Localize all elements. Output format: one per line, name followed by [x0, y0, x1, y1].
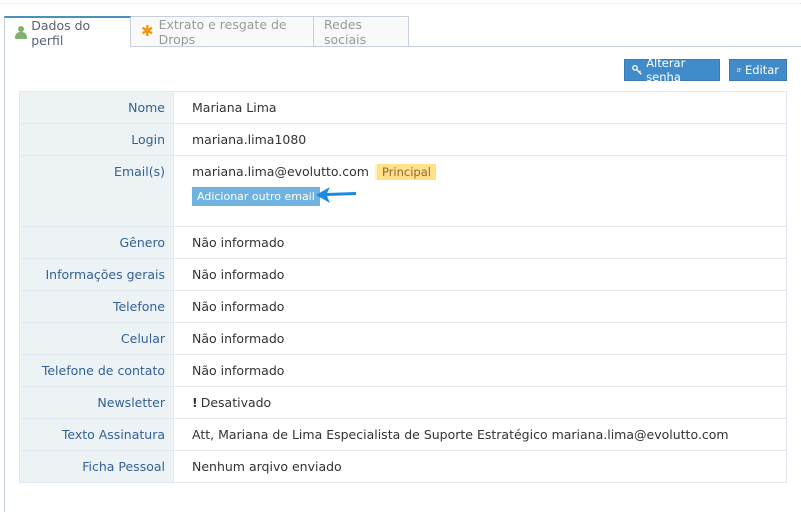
email-address: mariana.lima@evolutto.com — [192, 164, 369, 179]
profile-info-table: Nome Mariana Lima Login mariana.lima1080… — [19, 91, 787, 483]
table-row: Informações gerais Não informado — [19, 258, 787, 291]
table-row: Login mariana.lima1080 — [19, 123, 787, 156]
tab-label: Dados do perfil — [31, 17, 91, 48]
field-label: Telefone — [19, 290, 174, 323]
arrow-left-icon — [316, 187, 356, 203]
add-email-button[interactable]: Adicionar outro email — [192, 187, 320, 206]
field-label: Texto Assinatura — [19, 418, 174, 451]
field-value-nome: Mariana Lima — [173, 91, 787, 124]
field-label: Nome — [19, 91, 174, 124]
user-icon — [15, 26, 27, 39]
asterisk-icon: ✱ — [141, 22, 154, 40]
table-row: Telefone de contato Não informado — [19, 354, 787, 387]
field-value-newsletter: ! Desativado — [173, 386, 787, 419]
tab-dados-do-perfil[interactable]: Dados do perfil — [4, 16, 131, 48]
field-label: Gênero — [19, 226, 174, 259]
newsletter-status: Desativado — [200, 395, 272, 410]
edit-icon — [737, 68, 741, 72]
field-label: Login — [19, 123, 174, 156]
field-value-assinatura: Att, Mariana de Lima Especialista de Sup… — [173, 418, 787, 451]
tab-extrato-drops[interactable]: ✱ Extrato e resgate de Drops — [130, 16, 314, 47]
edit-label: Editar — [744, 63, 779, 77]
tab-redes-sociais[interactable]: Redes sociais — [313, 16, 409, 47]
field-label: Telefone de contato — [19, 354, 174, 387]
key-icon — [632, 65, 642, 75]
table-row: Email(s) mariana.lima@evolutto.com Princ… — [19, 155, 787, 227]
table-row: Newsletter ! Desativado — [19, 386, 787, 419]
tab-label: Redes sociais — [324, 16, 367, 47]
table-row: Telefone Não informado — [19, 290, 787, 323]
field-label: Informações gerais — [19, 258, 174, 291]
table-row: Ficha Pessoal Nenhum arqivo enviado — [19, 450, 787, 483]
field-value-info: Não informado — [173, 258, 787, 291]
field-label: Celular — [19, 322, 174, 355]
primary-badge: Principal — [374, 164, 436, 180]
tab-label: Extrato e resgate de Drops — [158, 16, 287, 47]
field-label: Email(s) — [19, 155, 174, 227]
profile-tabs: Dados do perfil ✱ Extrato e resgate de D… — [4, 16, 409, 48]
field-value-telefone: Não informado — [173, 290, 787, 323]
exclamation-icon: ! — [192, 395, 198, 410]
table-row: Texto Assinatura Att, Mariana de Lima Es… — [19, 418, 787, 451]
edit-button[interactable]: Editar — [729, 59, 787, 81]
table-row: Gênero Não informado — [19, 226, 787, 259]
table-row: Nome Mariana Lima — [19, 91, 787, 124]
field-label: Ficha Pessoal — [19, 450, 174, 483]
field-value-celular: Não informado — [173, 322, 787, 355]
field-label: Newsletter — [19, 386, 174, 419]
field-value-ficha: Nenhum arqivo enviado — [173, 450, 787, 483]
change-password-label: Alterar senha — [646, 56, 686, 84]
top-divider — [0, 3, 801, 4]
field-value-email: mariana.lima@evolutto.com Principal Adic… — [173, 155, 787, 227]
field-value-genero: Não informado — [173, 226, 787, 259]
field-value-login: mariana.lima1080 — [173, 123, 787, 156]
table-row: Celular Não informado — [19, 322, 787, 355]
change-password-button[interactable]: Alterar senha — [624, 56, 720, 84]
field-value-telefone-contato: Não informado — [173, 354, 787, 387]
